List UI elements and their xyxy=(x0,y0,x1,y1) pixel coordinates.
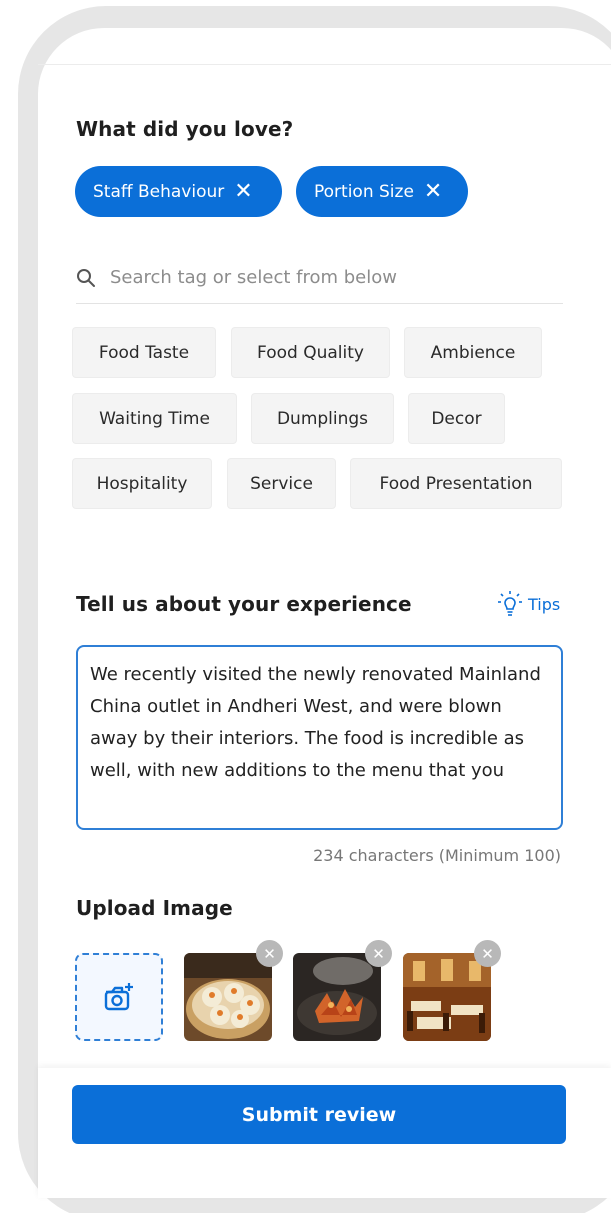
tips-link[interactable]: Tips xyxy=(497,590,560,618)
tag-service[interactable]: Service xyxy=(227,458,336,509)
uploaded-image-1[interactable] xyxy=(184,953,272,1041)
lightbulb-icon xyxy=(498,591,522,616)
tag-food-quality[interactable]: Food Quality xyxy=(231,327,390,378)
remove-image-3-icon[interactable]: ✕ xyxy=(474,940,501,967)
camera-add-icon xyxy=(104,983,133,1011)
submit-review-button[interactable]: Submit review xyxy=(72,1085,566,1144)
search-placeholder: Search tag or select from below xyxy=(110,267,397,288)
love-section-title: What did you love? xyxy=(76,117,294,141)
selected-tag-portion-size[interactable]: Portion Size ✕ xyxy=(296,166,468,217)
upload-section-title: Upload Image xyxy=(76,896,233,920)
close-icon[interactable]: ✕ xyxy=(424,180,442,203)
tag-hospitality[interactable]: Hospitality xyxy=(72,458,212,509)
tag-search-input[interactable]: Search tag or select from below xyxy=(76,252,563,304)
tag-decor[interactable]: Decor xyxy=(408,393,505,444)
tag-dumplings[interactable]: Dumplings xyxy=(251,393,394,444)
character-count: 234 characters (Minimum 100) xyxy=(313,846,561,865)
close-icon[interactable]: ✕ xyxy=(234,180,252,203)
remove-image-2-icon[interactable]: ✕ xyxy=(365,940,392,967)
selected-tag-staff-behaviour[interactable]: Staff Behaviour ✕ xyxy=(75,166,282,217)
selected-tag-label: Portion Size xyxy=(314,181,414,202)
header-divider xyxy=(38,64,611,65)
tag-waiting-time[interactable]: Waiting Time xyxy=(72,393,237,444)
selected-tag-label: Staff Behaviour xyxy=(93,181,225,202)
remove-image-1-icon[interactable]: ✕ xyxy=(256,940,283,967)
search-icon xyxy=(77,268,95,287)
tips-label: Tips xyxy=(528,594,561,614)
tag-food-presentation[interactable]: Food Presentation xyxy=(350,458,562,509)
uploaded-image-2[interactable] xyxy=(293,953,381,1041)
add-photo-button[interactable] xyxy=(75,953,163,1041)
review-textarea[interactable]: We recently visited the newly renovated … xyxy=(76,645,563,830)
tag-ambience[interactable]: Ambience xyxy=(404,327,542,378)
experience-section-title: Tell us about your experience xyxy=(76,592,412,616)
uploaded-image-3[interactable] xyxy=(403,953,491,1041)
tag-food-taste[interactable]: Food Taste xyxy=(72,327,216,378)
